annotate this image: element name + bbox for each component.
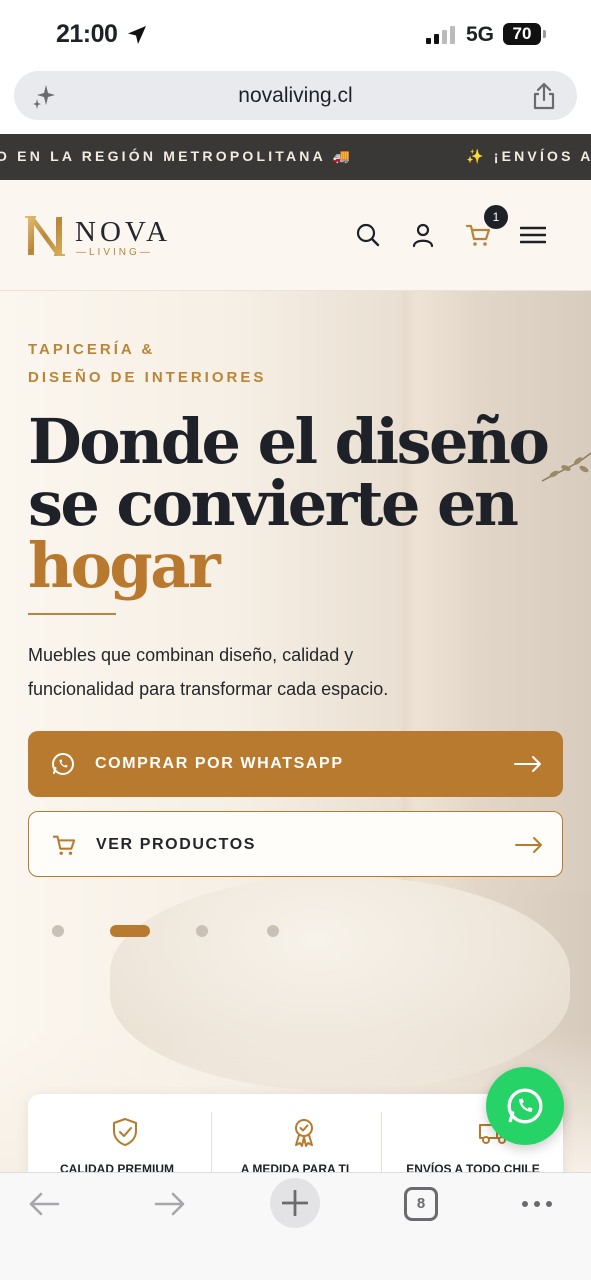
user-account-icon[interactable] [410, 222, 436, 248]
plus-icon [282, 1190, 308, 1216]
hero-eyebrow-line1: TAPICERÍA & [28, 341, 156, 358]
feature-divider [381, 1112, 382, 1172]
search-icon[interactable] [355, 222, 381, 248]
menu-hamburger-icon[interactable] [520, 222, 546, 248]
announcement-ticker: O EN LA REGIÓN METROPOLITANA 🚚 ✨ ¡ENVÍOS… [0, 134, 591, 180]
feature-label: ENVÍOS A TODO CHILE [406, 1162, 540, 1172]
shield-check-icon [113, 1118, 137, 1146]
whatsapp-floating-button[interactable] [486, 1067, 564, 1145]
feature-label: A MEDIDA PARA TI [240, 1162, 350, 1172]
hero-eyebrow-line2: DISEÑO DE INTERIORES [28, 369, 267, 386]
whatsapp-icon [52, 752, 74, 776]
carousel-dot-4[interactable] [267, 925, 279, 937]
hero-heading-line1: Donde el diseño [28, 405, 550, 478]
network-type: 5G [466, 23, 495, 46]
features-strip: CALIDAD PREMIUM A MEDIDA PARA TI ENVÍOS … [28, 1094, 563, 1172]
carousel-dot-1[interactable] [52, 925, 64, 937]
cellular-signal-icon [426, 26, 455, 44]
more-options-icon[interactable] [520, 1187, 554, 1221]
brand-name[interactable]: NOVA [75, 216, 171, 249]
ticker-text-next: ✨ ¡ENVÍOS A [466, 148, 591, 164]
browser-toolbar: 8 [0, 1172, 591, 1280]
forward-arrow-icon[interactable] [153, 1187, 187, 1221]
award-ribbon-icon [295, 1119, 313, 1147]
hero-description: Muebles que combinan diseño, calidad y f… [28, 645, 389, 699]
arrow-right-icon [515, 837, 542, 853]
hero-background-wall [402, 291, 591, 891]
ticker-text: O EN LA REGIÓN METROPOLITANA 🚚 [0, 148, 354, 164]
hero-banner: TAPICERÍA & DISEÑO DE INTERIORES Donde e… [0, 291, 591, 1172]
new-tab-button[interactable] [270, 1178, 320, 1228]
status-time: 21:00 [56, 20, 118, 48]
buy-whatsapp-button[interactable]: COMPRAR POR WHATSAPP [28, 731, 563, 797]
arrow-right-icon [514, 756, 541, 772]
feature-custom-made: A MEDIDA PARA TI [206, 1094, 384, 1172]
address-bar[interactable]: novaliving.cl [14, 71, 577, 120]
share-icon[interactable] [530, 81, 558, 111]
buy-whatsapp-label: COMPRAR POR WHATSAPP [95, 755, 344, 772]
cart-icon [52, 835, 76, 855]
back-arrow-icon[interactable] [27, 1187, 61, 1221]
battery-tip [543, 30, 546, 38]
tabs-button[interactable]: 8 [404, 1187, 438, 1221]
url-text[interactable]: novaliving.cl [14, 84, 577, 108]
location-arrow-icon [128, 26, 146, 44]
view-products-button[interactable]: VER PRODUCTOS [28, 811, 563, 877]
whatsapp-icon [507, 1088, 543, 1124]
hero-heading-accent: hogar [28, 529, 221, 602]
carousel-dot-3[interactable] [196, 925, 208, 937]
hero-divider [28, 613, 116, 615]
plant-branch-illustration [541, 452, 591, 482]
hero-heading-line2: se convierte en [28, 467, 519, 540]
feature-premium-quality: CALIDAD PREMIUM [28, 1094, 206, 1172]
cart-count-badge: 1 [484, 205, 508, 229]
carousel-dot-2-active[interactable] [110, 925, 150, 937]
status-bar: 21:00 5G 70 [0, 0, 591, 68]
site-header: NOVA —LIVING— [0, 180, 591, 291]
battery-level: 70 [503, 23, 541, 45]
feature-label: CALIDAD PREMIUM [60, 1162, 174, 1172]
brand-subtitle: —LIVING— [76, 247, 153, 258]
view-products-label: VER PRODUCTOS [96, 836, 257, 853]
nova-logo-mark-icon[interactable] [24, 213, 66, 258]
